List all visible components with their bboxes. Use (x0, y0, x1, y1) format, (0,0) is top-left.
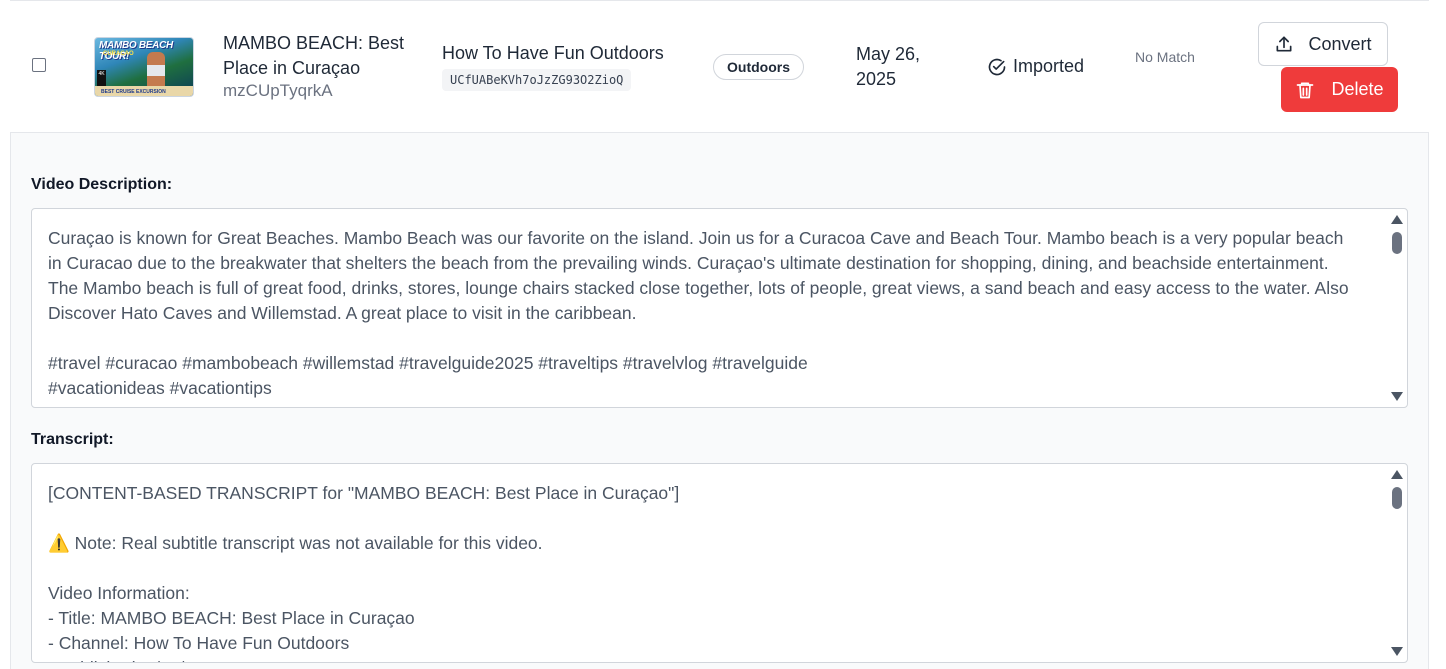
scrollbar-thumb[interactable] (1392, 232, 1402, 254)
description-scrollbar[interactable] (1387, 209, 1407, 407)
thumbnail-footer: BEST CRUISE EXCURSION (101, 89, 166, 95)
video-id: mzCUpTyqrkA (223, 81, 333, 100)
scroll-down-arrow-icon[interactable] (1391, 392, 1403, 401)
scroll-up-arrow-icon[interactable] (1391, 470, 1403, 479)
convert-label: Convert (1308, 33, 1372, 54)
row-select-checkbox[interactable] (32, 58, 46, 72)
transcript-heading: Transcript: (31, 431, 114, 448)
thumbnail-4k-badge: 4K (97, 70, 106, 86)
upload-icon (1276, 36, 1292, 52)
transcript-scrollbar[interactable] (1387, 464, 1407, 662)
delete-button[interactable]: Delete (1281, 67, 1398, 112)
convert-button[interactable]: Convert (1258, 22, 1388, 66)
match-status: No Match (1135, 49, 1195, 65)
trash-icon (1297, 82, 1314, 98)
thumbnail-subtitle: CURACAO (103, 51, 134, 57)
transcript-text: [CONTENT-BASED TRANSCRIPT for "MAMBO BEA… (48, 483, 680, 662)
video-title: MAMBO BEACH: Best Place in Curaçao (223, 33, 405, 78)
publish-date: May 26, 2025 (856, 44, 921, 89)
category-tag: Outdoors (713, 54, 804, 80)
check-circle-icon (988, 58, 1006, 75)
description-text: Curaçao is known for Great Beaches. Mamb… (48, 228, 1349, 398)
transcript-textarea[interactable]: [CONTENT-BASED TRANSCRIPT for "MAMBO BEA… (31, 463, 1408, 663)
scroll-up-arrow-icon[interactable] (1391, 215, 1403, 224)
import-status: Imported (987, 56, 1084, 77)
scrollbar-thumb[interactable] (1392, 487, 1402, 509)
description-textarea[interactable]: Curaçao is known for Great Beaches. Mamb… (31, 208, 1408, 408)
status-label: Imported (1013, 56, 1085, 76)
delete-label: Delete (1331, 79, 1384, 99)
scroll-down-arrow-icon[interactable] (1391, 647, 1403, 656)
video-thumbnail[interactable]: MAMBO BEACH TOUR! CURACAO 4K BEST CRUISE… (94, 37, 194, 97)
description-heading: Video Description: (31, 176, 173, 193)
channel-name: How To Have Fun Outdoors (442, 43, 664, 63)
channel-id: UCfUABeKVh7oJzZG93O2ZioQ (442, 69, 632, 91)
